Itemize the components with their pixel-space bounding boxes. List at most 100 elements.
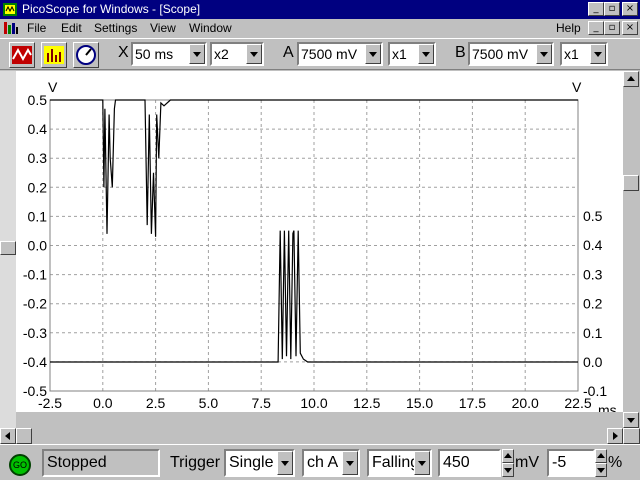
triangle-up-icon [627,76,635,81]
vertical-scroll-thumb[interactable] [623,175,639,191]
x-axis-tick-label: 2.5 [146,395,166,411]
menu-help[interactable]: Help [556,21,581,35]
left-offset-strip [0,71,16,428]
stepper-down-icon[interactable] [502,463,514,477]
chevron-down-icon[interactable] [536,44,552,64]
document-icon[interactable] [3,20,19,36]
status-bar: GO Stopped Trigger Single ch A Falling 4… [0,444,640,480]
chevron-down-icon[interactable] [418,44,434,64]
menu-bar: File Edit Settings View Window Help _ ▫ … [0,19,640,37]
trigger-edge-select[interactable]: Falling [367,449,432,477]
picoscope-app-icon[interactable] [2,2,18,17]
meter-mode-button[interactable] [73,42,99,68]
menu-window[interactable]: Window [189,21,232,35]
go-button[interactable]: GO [9,454,31,476]
channel-a-range-value: 7500 mV [301,46,358,62]
right-axis-tick-label: 0.4 [583,237,603,253]
triangle-left-icon [5,432,10,440]
trigger-label: Trigger [170,454,221,471]
left-axis-tick-label: 0.4 [28,121,48,137]
channel-a-range-select[interactable]: 7500 mV [297,42,383,66]
x-axis-tick-label: 5.0 [199,395,219,411]
right-axis-tick-label: 0.2 [583,296,603,312]
scroll-up-icon[interactable] [623,71,639,87]
vertical-scrollbar[interactable] [623,71,640,428]
left-axis-tick-label: 0.5 [28,92,48,108]
left-axis-tick-label: -0.4 [23,354,47,370]
minimize-icon[interactable]: _ [588,2,604,16]
triangle-down-icon [597,468,605,473]
trigger-delay-stepper[interactable] [595,449,607,477]
channel-b-range-select[interactable]: 7500 mV [468,42,554,66]
chevron-down-icon[interactable] [414,451,430,475]
chevron-down-icon[interactable] [246,44,262,64]
x-multiplier-select[interactable]: x2 [210,42,264,66]
maximize-icon[interactable]: ▫ [604,2,620,16]
x-multiplier-value: x2 [214,46,229,62]
chevron-down-icon[interactable] [342,451,358,475]
stepper-down-icon[interactable] [595,463,607,477]
triangle-right-icon [613,432,618,440]
triangle-up-icon [597,453,605,458]
child-restore-icon[interactable]: ▫ [604,21,620,35]
x-axis-tick-label: 15.0 [406,395,433,411]
close-icon[interactable]: × [622,2,638,16]
scroll-down-icon[interactable] [623,412,639,428]
menu-settings[interactable]: Settings [94,21,137,35]
chevron-down-icon[interactable] [365,44,381,64]
channel-b-multiplier-select[interactable]: x1 [560,42,608,66]
right-axis-tick-label: 0.1 [583,325,603,341]
spectrum-mode-button[interactable] [41,42,67,68]
left-axis-unit-label: V [48,79,58,95]
channel-a-multiplier-select[interactable]: x1 [388,42,436,66]
timebase-select[interactable]: 50 ms [131,42,207,66]
menu-file[interactable]: File [27,21,46,35]
trigger-mode-select[interactable]: Single [224,449,295,477]
left-axis-tick-label: -0.1 [23,267,47,283]
spectrum-bars-icon [44,46,64,64]
x-axis-tick-label: 10.0 [300,395,327,411]
x-axis-tick-label: 22.5 [564,395,591,411]
window-title: PicoScope for Windows - [Scope] [22,2,201,16]
scroll-left-icon[interactable] [0,428,16,444]
offset-handle[interactable] [0,241,16,255]
chevron-down-icon[interactable] [189,44,205,64]
stepper-up-icon[interactable] [595,449,607,463]
triangle-down-icon [504,468,512,473]
b-label: B [455,44,466,61]
trigger-delay-input[interactable]: -5 [547,449,595,477]
chevron-down-icon[interactable] [277,451,293,475]
trigger-channel-select[interactable]: ch A [302,449,360,477]
title-bar: PicoScope for Windows - [Scope] _ ▫ × [0,0,640,19]
scroll-right-icon[interactable] [607,428,623,444]
run-status: Stopped [42,449,160,477]
trigger-level-unit: mV [515,454,539,471]
left-axis-tick-label: -0.2 [23,296,47,312]
right-axis-unit-label: V [572,79,582,95]
horizontal-scrollbar[interactable] [0,428,623,444]
triangle-up-icon [504,453,512,458]
timebase-value: 50 ms [135,46,174,62]
x-axis-tick-label: 20.0 [512,395,539,411]
left-axis-tick-label: 0.3 [28,150,48,166]
left-axis-tick-label: -0.3 [23,325,47,341]
right-axis-tick-label: 0.5 [583,208,603,224]
x-axis-unit-label: ms [598,402,617,412]
channel-b-range-value: 7500 mV [472,46,529,62]
stepper-up-icon[interactable] [502,449,514,463]
horizontal-scroll-thumb[interactable] [16,428,32,444]
menu-view[interactable]: View [150,21,176,35]
left-axis-tick-label: 0.0 [28,238,48,254]
left-axis-tick-label: 0.2 [28,179,48,195]
chevron-down-icon[interactable] [590,44,606,64]
trigger-level-input[interactable]: 450 [438,449,501,477]
menu-edit[interactable]: Edit [61,21,82,35]
trigger-delay-unit: % [608,454,623,471]
scope-chart: 0.50.40.30.20.10.0-0.1-0.2-0.3-0.4-0.50.… [23,79,617,418]
trigger-level-stepper[interactable] [502,449,514,477]
channel-a-multiplier-value: x1 [392,46,407,62]
right-axis-tick-label: 0.0 [583,354,603,370]
child-minimize-icon[interactable]: _ [588,21,604,35]
scope-mode-button[interactable] [9,42,35,68]
child-close-icon[interactable]: × [622,21,638,35]
